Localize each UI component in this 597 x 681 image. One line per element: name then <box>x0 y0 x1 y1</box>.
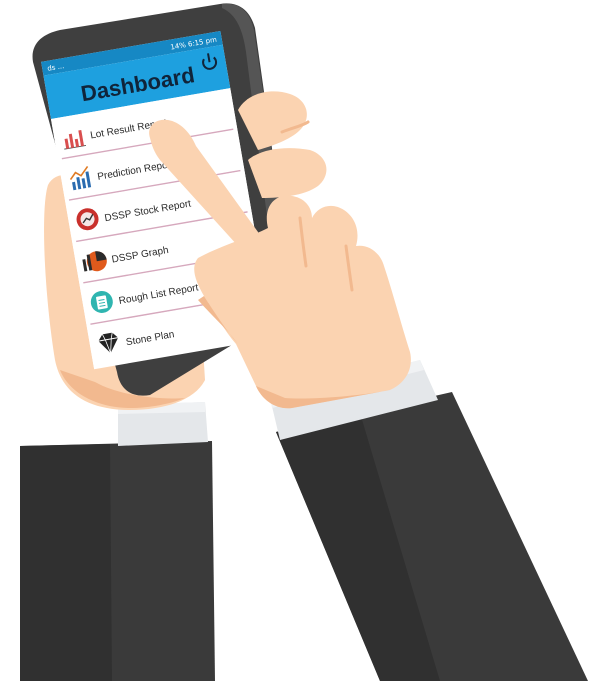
left-sleeve <box>20 441 215 681</box>
hands-holding-phone-illustration: ds ... 14% 6:15 pm Dashboard Lot Result … <box>20 3 588 681</box>
scene: ds ... 14% 6:15 pm Dashboard Lot Result … <box>0 0 597 681</box>
right-sleeve <box>276 392 588 681</box>
